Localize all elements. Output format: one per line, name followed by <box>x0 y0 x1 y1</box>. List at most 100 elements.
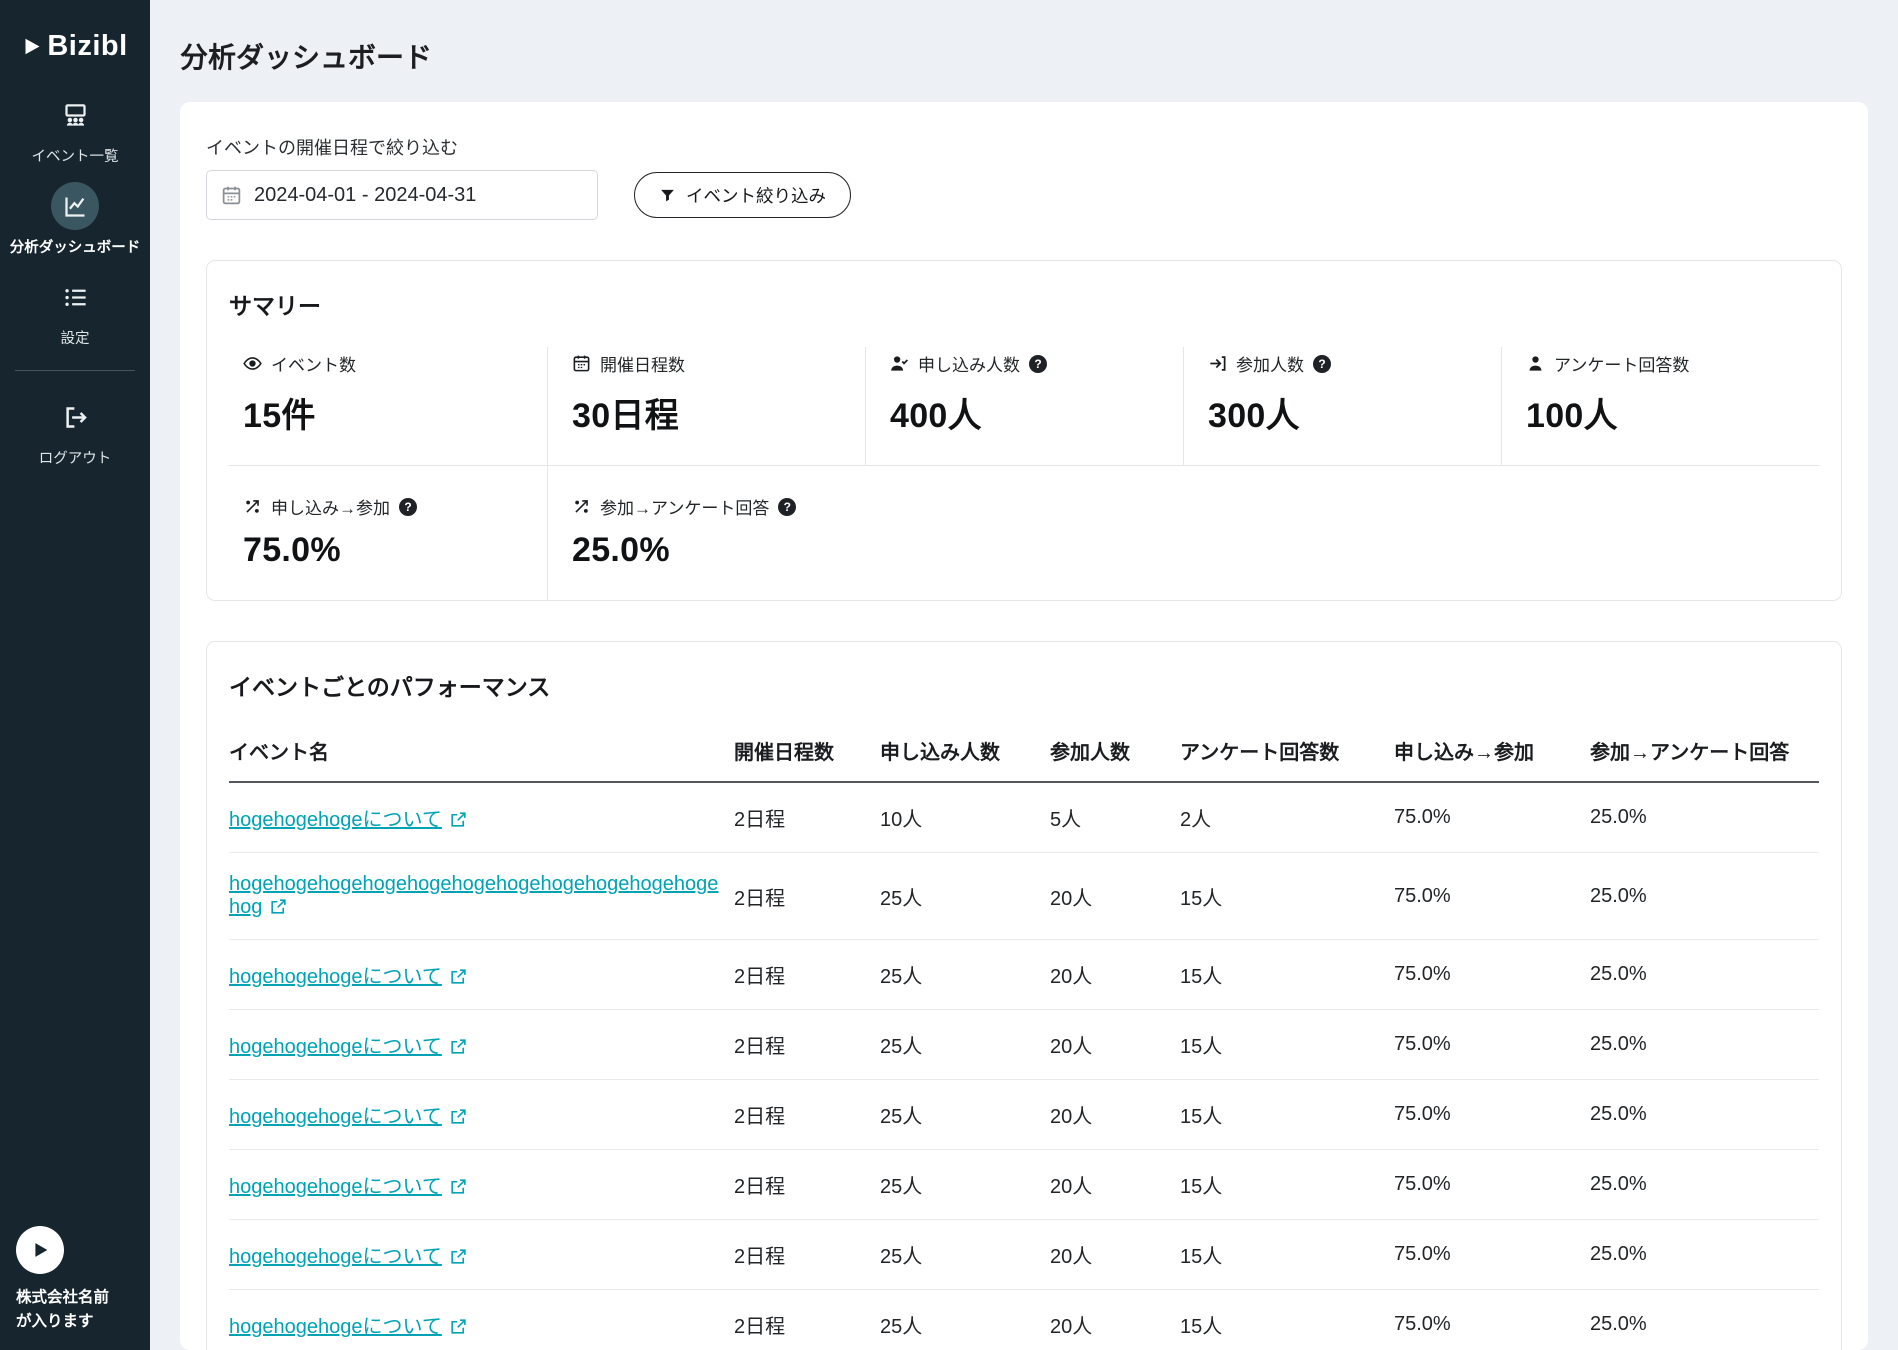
cell-surveys: 15人 <box>1180 1220 1394 1290</box>
cell-applicants: 10人 <box>880 782 1050 853</box>
event-link[interactable]: hogehogehogeについて <box>229 809 468 831</box>
sidebar-item-settings[interactable]: 設定 <box>0 265 150 356</box>
cell-survey-rate: 25.0% <box>1590 1010 1819 1080</box>
stat-schedule-count: 開催日程数 30日程 <box>547 347 865 465</box>
performance-card: イベントごとのパフォーマンス イベント名 開催日程数 申し込み人数 参加人数 ア… <box>206 641 1842 1350</box>
content-panel: イベントの開催日程で絞り込む 2024-04-01 - 2024-04-31 イ… <box>180 102 1868 1350</box>
performance-title: イベントごとのパフォーマンス <box>229 668 1819 702</box>
sidebar-item-dashboard[interactable]: 分析ダッシュボード <box>0 174 150 265</box>
external-link-icon <box>449 967 468 986</box>
event-filter-button[interactable]: イベント絞り込み <box>634 172 851 218</box>
rate-join-to-survey: 参加→アンケート回答 ? 25.0% <box>547 466 865 600</box>
cell-schedules: 2日程 <box>734 1290 880 1350</box>
percent-arrow-icon <box>243 497 262 516</box>
sidebar-item-label: イベント一覧 <box>32 145 119 166</box>
col-apply-rate: 申し込み→参加 <box>1394 728 1590 782</box>
cell-schedules: 2日程 <box>734 853 880 940</box>
date-range-input[interactable]: 2024-04-01 - 2024-04-31 <box>206 170 598 220</box>
table-row: hogehogehogeについて 2日程 25人 20人 15人 75.0% 2… <box>229 1220 1819 1290</box>
page-title: 分析ダッシュボード <box>150 0 1898 102</box>
summary-title: サマリー <box>229 287 1819 321</box>
sidebar-item-events[interactable]: イベント一覧 <box>0 83 150 174</box>
stat-value: 30日程 <box>572 388 855 437</box>
cell-surveys: 15人 <box>1180 1080 1394 1150</box>
cell-survey-rate: 25.0% <box>1590 1080 1819 1150</box>
cell-apply-rate: 75.0% <box>1394 1080 1590 1150</box>
event-link[interactable]: hogehogehogeについて <box>229 1176 468 1198</box>
brand-play-icon <box>22 34 43 59</box>
cell-applicants: 25人 <box>880 853 1050 940</box>
col-participants: 参加人数 <box>1050 728 1180 782</box>
filter-section: イベントの開催日程で絞り込む 2024-04-01 - 2024-04-31 イ… <box>206 134 1842 220</box>
funnel-icon <box>659 187 676 204</box>
stat-label: 申し込み人数 <box>918 351 1020 376</box>
event-link[interactable]: hogehogehogeについて <box>229 966 468 988</box>
cell-surveys: 15人 <box>1180 1290 1394 1350</box>
event-link[interactable]: hogehogehogeについて <box>229 1316 468 1338</box>
stat-label: 開催日程数 <box>600 351 685 376</box>
cell-survey-rate: 25.0% <box>1590 1220 1819 1290</box>
person-icon <box>1526 354 1545 373</box>
cell-apply-rate: 75.0% <box>1394 940 1590 1010</box>
rate-label: 参加→アンケート回答 <box>600 494 769 519</box>
cell-surveys: 15人 <box>1180 1150 1394 1220</box>
table-row: hogehogehogehogehogehogehogehogehogehoge… <box>229 853 1819 940</box>
help-icon[interactable]: ? <box>1029 355 1047 373</box>
table-row: hogehogehogeについて 2日程 25人 20人 15人 75.0% 2… <box>229 1080 1819 1150</box>
cell-apply-rate: 75.0% <box>1394 1290 1590 1350</box>
date-range-value: 2024-04-01 - 2024-04-31 <box>254 184 476 207</box>
stat-value: 100人 <box>1526 388 1809 437</box>
company-name-line1: 株式会社名前 <box>16 1286 134 1310</box>
cell-applicants: 25人 <box>880 1150 1050 1220</box>
external-link-icon <box>449 1177 468 1196</box>
percent-arrow-icon <box>572 497 591 516</box>
event-link[interactable]: hogehogehogeについて <box>229 1036 468 1058</box>
cell-apply-rate: 75.0% <box>1394 1220 1590 1290</box>
table-row: hogehogehogeについて 2日程 25人 20人 15人 75.0% 2… <box>229 1150 1819 1220</box>
sidebar-item-label: 設定 <box>61 327 90 348</box>
play-icon <box>29 1239 51 1261</box>
brand-logo[interactable]: Bizibl <box>0 0 150 71</box>
performance-table: イベント名 開催日程数 申し込み人数 参加人数 アンケート回答数 申し込み→参加… <box>229 728 1819 1350</box>
stat-label: アンケート回答数 <box>1554 351 1689 376</box>
col-schedules: 開催日程数 <box>734 728 880 782</box>
help-icon[interactable]: ? <box>778 498 796 516</box>
event-link[interactable]: hogehogehogeについて <box>229 1106 468 1128</box>
stat-event-count: イベント数 15件 <box>229 347 547 465</box>
external-link-icon <box>449 1107 468 1126</box>
cell-participants: 20人 <box>1050 1010 1180 1080</box>
cell-schedules: 2日程 <box>734 940 880 1010</box>
sidebar-divider <box>15 370 135 371</box>
help-icon[interactable]: ? <box>399 498 417 516</box>
main-content: 分析ダッシュボード イベントの開催日程で絞り込む 2024-04-01 - 20… <box>150 0 1898 1350</box>
sidebar-item-label: ログアウト <box>39 447 112 468</box>
cell-applicants: 25人 <box>880 1220 1050 1290</box>
cell-participants: 20人 <box>1050 1220 1180 1290</box>
company-name: 株式会社名前 が入ります <box>16 1286 134 1334</box>
cell-applicants: 25人 <box>880 1290 1050 1350</box>
help-icon[interactable]: ? <box>1313 355 1331 373</box>
sidebar-item-logout[interactable]: ログアウト <box>0 385 150 476</box>
external-link-icon <box>449 1317 468 1336</box>
event-link[interactable]: hogehogehogeについて <box>229 1246 468 1268</box>
company-avatar <box>16 1226 64 1274</box>
external-link-icon <box>449 1037 468 1056</box>
cell-surveys: 2人 <box>1180 782 1394 853</box>
col-survey-rate: 参加→アンケート回答 <box>1590 728 1819 782</box>
events-icon <box>51 91 99 139</box>
list-icon <box>51 273 99 321</box>
cell-surveys: 15人 <box>1180 1010 1394 1080</box>
table-row: hogehogehogeについて 2日程 10人 5人 2人 75.0% 25.… <box>229 782 1819 853</box>
rate-apply-to-join: 申し込み→参加 ? 75.0% <box>229 466 547 600</box>
cell-participants: 20人 <box>1050 853 1180 940</box>
cell-survey-rate: 25.0% <box>1590 1290 1819 1350</box>
cell-surveys: 15人 <box>1180 940 1394 1010</box>
cell-participants: 20人 <box>1050 1150 1180 1220</box>
external-link-icon <box>269 897 288 916</box>
chart-icon <box>51 182 99 230</box>
summary-rates: 申し込み→参加 ? 75.0% 参加→アンケート回答 ? 25.0% <box>229 465 1819 600</box>
cell-applicants: 25人 <box>880 940 1050 1010</box>
cell-applicants: 25人 <box>880 1010 1050 1080</box>
event-link[interactable]: hogehogehogehogehogehogehogehogehogehoge… <box>229 873 718 918</box>
col-surveys: アンケート回答数 <box>1180 728 1394 782</box>
